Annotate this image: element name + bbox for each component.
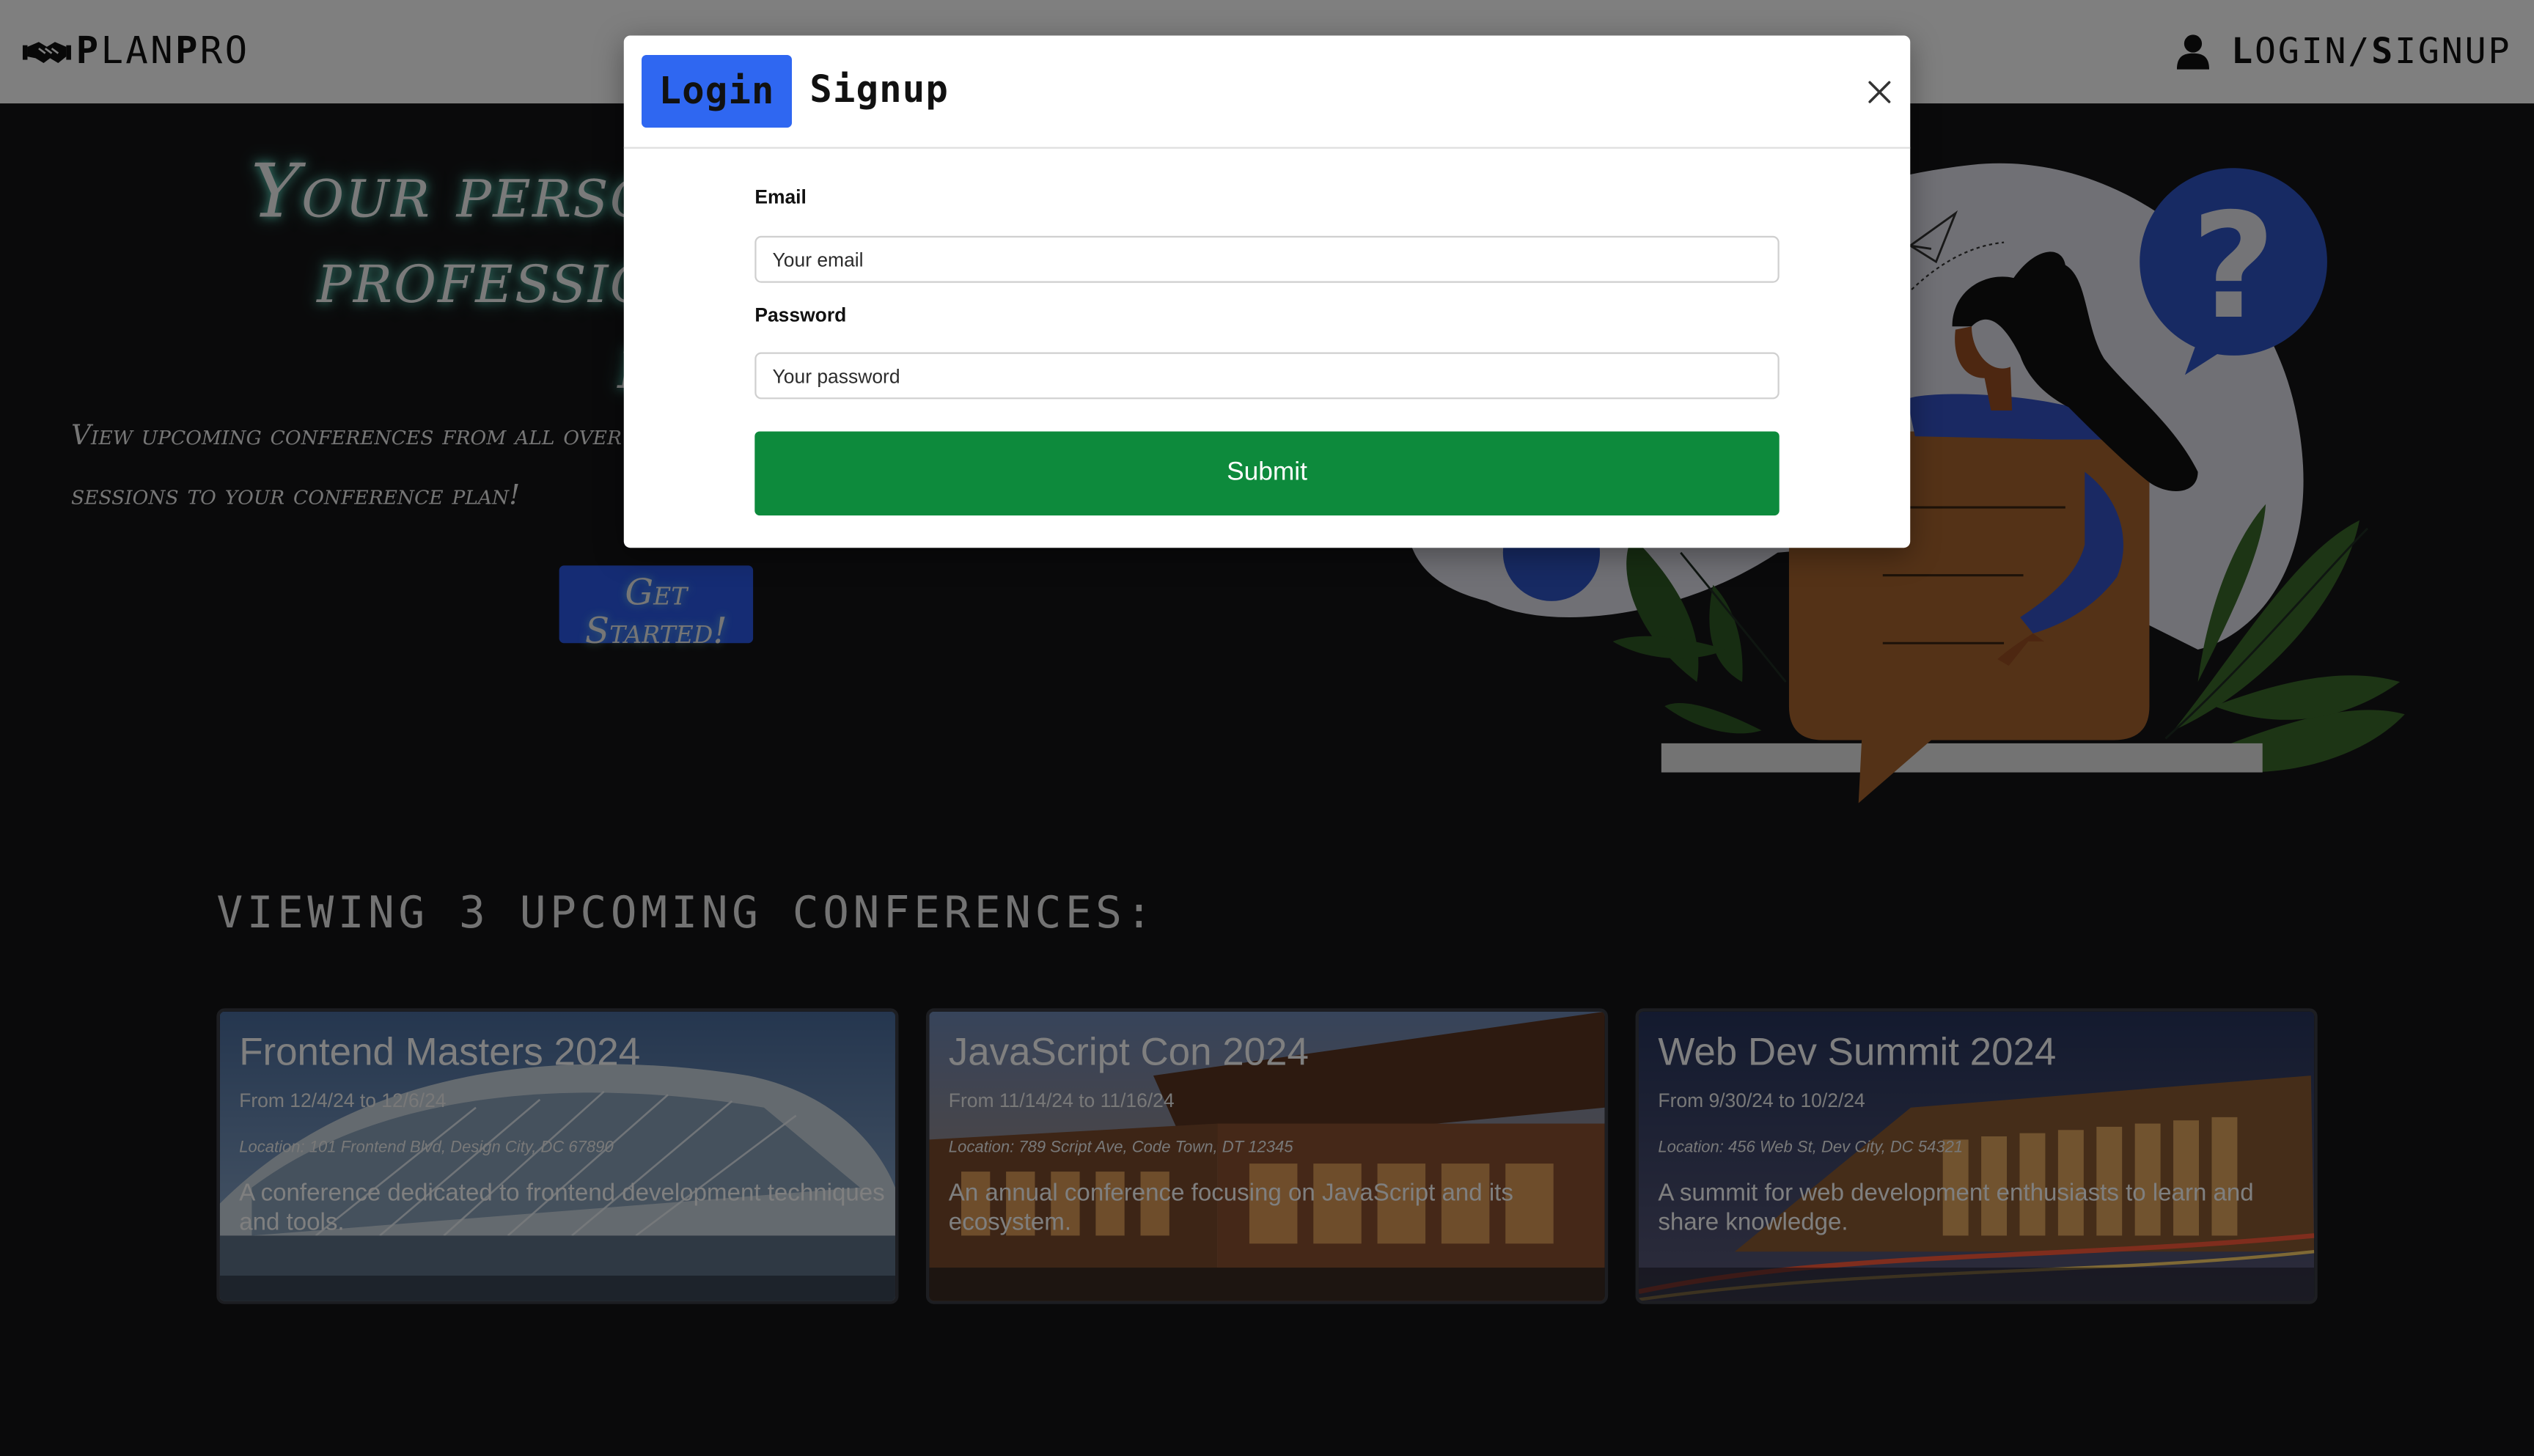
email-field[interactable]	[754, 235, 1780, 283]
tab-login[interactable]: Login	[642, 54, 793, 128]
close-button[interactable]	[1862, 74, 1897, 109]
submit-button[interactable]: Submit	[754, 431, 1780, 516]
tab-signup[interactable]: Signup	[809, 55, 949, 128]
login-modal: Login Signup Email Password Submit	[623, 35, 1911, 548]
modal-header: Login Signup	[623, 35, 1911, 149]
password-field[interactable]	[754, 352, 1780, 400]
email-label: Email	[754, 185, 807, 209]
password-label: Password	[754, 304, 847, 327]
page: PLANPRO LOGIN/SIGNUP Your personal profe…	[0, 0, 2534, 1456]
close-icon	[1868, 81, 1891, 103]
